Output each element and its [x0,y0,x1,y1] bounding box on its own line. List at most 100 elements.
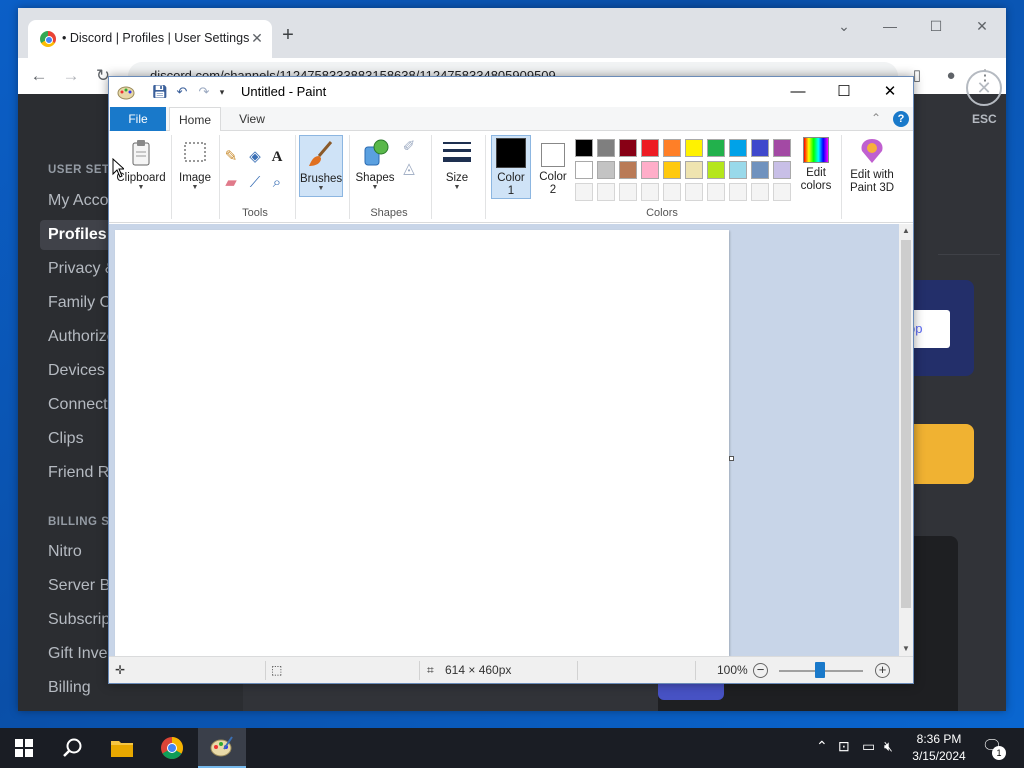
custom-color-slot[interactable] [641,183,659,201]
paint-close-button[interactable]: ✕ [867,77,913,107]
network-icon[interactable]: ▭ [862,738,875,755]
status-bar: ✛ ⬚ ⌗ 614 × 460px 100% − + [109,656,913,683]
system-clock[interactable]: 8:36 PM 3/15/2024 [905,731,973,765]
palette-swatch[interactable] [729,161,747,179]
custom-color-slot[interactable] [685,183,703,201]
tab-view[interactable]: View [229,107,275,131]
custom-color-slot[interactable] [773,183,791,201]
zoom-slider-thumb[interactable] [815,662,825,678]
palette-swatch[interactable] [663,161,681,179]
network-alert-icon[interactable]: ⊡ [838,738,850,755]
clipboard-icon [132,140,150,166]
search-button[interactable] [48,728,96,768]
custom-color-slot[interactable] [619,183,637,201]
edit-colors-button[interactable]: Edit colors [795,135,837,197]
notification-count-badge: 1 [992,746,1006,760]
collapse-ribbon-icon[interactable]: ⌃ [871,111,881,125]
color1-label-1: Color [497,172,525,184]
palette-swatch[interactable] [641,161,659,179]
custom-color-slot[interactable] [663,183,681,201]
edit-with-paint3d-button[interactable]: Edit with Paint 3D [845,135,899,197]
palette-swatch[interactable] [619,139,637,157]
zoom-out-icon[interactable]: − [753,663,768,678]
palette-swatch[interactable] [663,139,681,157]
paint-maximize-button[interactable]: ☐ [821,77,867,107]
paint-app-icon[interactable] [117,84,135,100]
custom-color-slot[interactable] [729,183,747,201]
redo-icon[interactable]: ↷ [195,84,213,100]
shapes-button[interactable]: Shapes ▼ [353,135,397,201]
fill-bucket-icon[interactable]: ◈ [245,147,265,167]
start-button[interactable] [0,728,48,768]
custom-color-slot[interactable] [751,183,769,201]
palette-swatch[interactable] [707,161,725,179]
scroll-down-icon[interactable]: ▼ [899,642,913,656]
canvas-workspace [109,224,899,656]
shapes-button-label: Shapes [355,172,395,184]
paint-minimize-button[interactable]: — [775,77,821,107]
profile-avatar-icon[interactable]: ● [938,63,964,89]
magnifier-icon[interactable]: ⌕ [267,173,287,193]
pencil-icon[interactable]: ✎ [221,147,241,167]
resize-handle[interactable] [729,456,734,461]
status-separator [419,661,420,680]
text-tool-icon[interactable]: A [267,147,287,167]
edit-colors-label-1: Edit [806,167,826,179]
tab-home[interactable]: Home [169,107,221,132]
volume-muted-icon[interactable]: 🔇︎ [884,738,893,755]
new-tab-button[interactable]: + [276,24,300,48]
drawing-canvas[interactable] [115,230,729,656]
chrome-minimize-button[interactable]: — [867,14,913,38]
tab-close-icon[interactable]: ✕ [248,29,266,47]
chrome-maximize-button[interactable]: ☐ [913,14,959,38]
zoom-in-icon[interactable]: + [875,663,890,678]
palette-swatch[interactable] [685,139,703,157]
palette-swatch[interactable] [641,139,659,157]
browser-tab-discord[interactable]: • Discord | Profiles | User Settings ✕ [28,20,272,58]
palette-swatch[interactable] [773,139,791,157]
chrome-close-button[interactable]: ✕ [959,14,1005,38]
save-icon[interactable]: 💾︎ [151,84,169,100]
palette-swatch[interactable] [619,161,637,179]
color-picker-icon[interactable]: ⟋ [245,173,265,193]
tab-search-icon[interactable]: ⌄ [821,14,867,38]
custom-color-slot[interactable] [707,183,725,201]
custom-color-slot[interactable] [597,183,615,201]
vertical-scrollbar[interactable]: ▲ ▼ [899,224,913,656]
paint-titlebar: 💾︎ ↶ ↷ ▾ Untitled - Paint — ☐ ✕ [109,77,913,107]
brushes-button[interactable]: Brushes ▼ [299,135,343,197]
color2-button[interactable]: Color 2 [533,135,573,197]
brush-icon [309,141,333,166]
fill-icon[interactable]: ◬ [399,159,419,179]
paint-taskbar-button[interactable] [198,728,246,768]
help-icon[interactable]: ? [893,111,909,127]
custom-color-slot[interactable] [575,183,593,201]
palette-swatch[interactable] [597,161,615,179]
tab-file[interactable]: File [110,107,166,131]
palette-swatch[interactable] [707,139,725,157]
palette-swatch[interactable] [773,161,791,179]
palette-swatch[interactable] [751,139,769,157]
undo-icon[interactable]: ↶ [173,84,191,100]
back-icon[interactable]: ← [26,63,52,89]
palette-swatch[interactable] [597,139,615,157]
palette-swatch[interactable] [685,161,703,179]
scroll-thumb[interactable] [901,240,911,608]
colors-label: Colors [646,207,678,219]
show-hidden-icons-icon[interactable]: ⌃ [816,738,828,755]
chrome-taskbar-button[interactable] [148,728,196,768]
close-settings-icon[interactable]: ✕ [966,70,1002,106]
customize-qat-icon[interactable]: ▾ [213,84,231,100]
image-button[interactable]: Image ▼ [175,135,215,201]
file-explorer-button[interactable] [98,728,146,768]
outline-icon[interactable]: ✐ [399,137,419,157]
eraser-icon[interactable]: ▰ [221,173,241,193]
scroll-up-icon[interactable]: ▲ [899,224,913,238]
color1-button[interactable]: Color 1 [491,135,531,199]
forward-icon[interactable]: → [58,63,84,89]
palette-swatch[interactable] [751,161,769,179]
palette-swatch[interactable] [575,161,593,179]
palette-swatch[interactable] [575,139,593,157]
palette-swatch[interactable] [729,139,747,157]
size-button[interactable]: Size ▼ [435,135,479,201]
